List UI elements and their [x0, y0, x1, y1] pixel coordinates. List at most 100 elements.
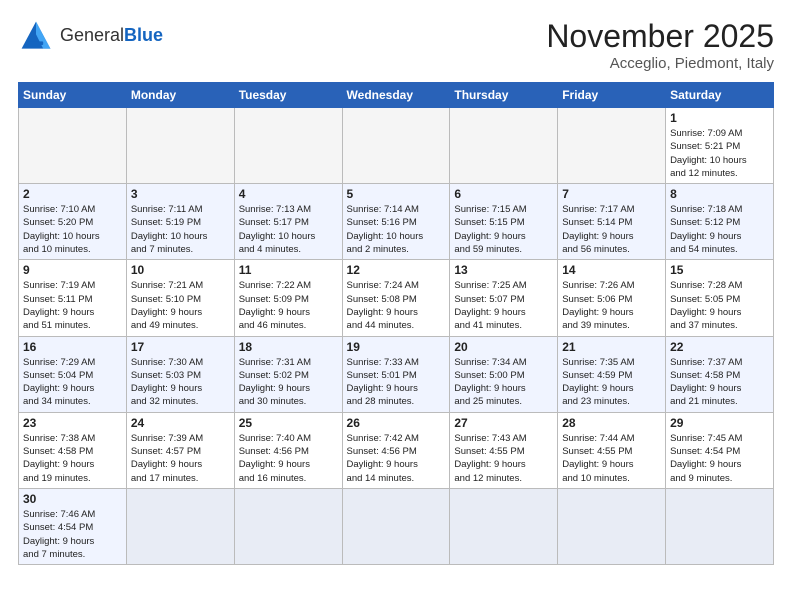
- calendar-cell: 5 Sunrise: 7:14 AM Sunset: 5:16 PM Daylig…: [342, 184, 450, 260]
- weekday-header-wednesday: Wednesday: [342, 83, 450, 108]
- day-info: Sunrise: 7:17 AM Sunset: 5:14 PM Dayligh…: [562, 203, 661, 256]
- calendar-cell: 13 Sunrise: 7:25 AM Sunset: 5:07 PM Dayli…: [450, 260, 558, 336]
- week-row-3: 9Sunrise: 7:19 AM Sunset: 5:11 PM Daylig…: [19, 260, 774, 336]
- day-info: Sunrise: 7:24 AM Sunset: 5:08 PM Dayligh…: [347, 279, 446, 332]
- week-row-4: 16Sunrise: 7:29 AM Sunset: 5:04 PM Dayli…: [19, 336, 774, 412]
- logo-icon: [18, 18, 54, 54]
- calendar-cell: 24Sunrise: 7:39 AM Sunset: 4:57 PM Dayli…: [126, 412, 234, 488]
- day-number: 6: [454, 187, 553, 201]
- day-info: Sunrise: 7:26 AM Sunset: 5:06 PM Dayligh…: [562, 279, 661, 332]
- calendar-cell: 20Sunrise: 7:34 AM Sunset: 5:00 PM Dayli…: [450, 336, 558, 412]
- day-number: 12: [347, 263, 446, 277]
- page: GeneralBlue November 2025 Acceglio, Pied…: [0, 0, 792, 612]
- day-info: Sunrise: 7:14 AM Sunset: 5:16 PM Dayligh…: [347, 203, 446, 256]
- day-info: Sunrise: 7:43 AM Sunset: 4:55 PM Dayligh…: [454, 432, 553, 485]
- day-number: 23: [23, 416, 122, 430]
- calendar-cell: 21Sunrise: 7:35 AM Sunset: 4:59 PM Dayli…: [558, 336, 666, 412]
- day-info: Sunrise: 7:25 AM Sunset: 5:07 PM Dayligh…: [454, 279, 553, 332]
- day-number: 8: [670, 187, 769, 201]
- logo: GeneralBlue: [18, 18, 163, 54]
- day-number: 19: [347, 340, 446, 354]
- calendar-cell: [450, 488, 558, 564]
- calendar-cell: 3 Sunrise: 7:11 AM Sunset: 5:19 PM Daylig…: [126, 184, 234, 260]
- day-info: Sunrise: 7:46 AM Sunset: 4:54 PM Dayligh…: [23, 508, 122, 561]
- day-info: Sunrise: 7:44 AM Sunset: 4:55 PM Dayligh…: [562, 432, 661, 485]
- calendar-cell: [450, 108, 558, 184]
- day-number: 27: [454, 416, 553, 430]
- location: Acceglio, Piedmont, Italy: [546, 55, 774, 72]
- calendar-cell: 23Sunrise: 7:38 AM Sunset: 4:58 PM Dayli…: [19, 412, 127, 488]
- day-info: Sunrise: 7:11 AM Sunset: 5:19 PM Dayligh…: [131, 203, 230, 256]
- header: GeneralBlue November 2025 Acceglio, Pied…: [18, 18, 774, 72]
- day-number: 16: [23, 340, 122, 354]
- day-info: Sunrise: 7:39 AM Sunset: 4:57 PM Dayligh…: [131, 432, 230, 485]
- day-number: 3: [131, 187, 230, 201]
- day-number: 2: [23, 187, 122, 201]
- calendar-cell: 25Sunrise: 7:40 AM Sunset: 4:56 PM Dayli…: [234, 412, 342, 488]
- calendar-cell: 19 Sunrise: 7:33 AM Sunset: 5:01 PM Dayli…: [342, 336, 450, 412]
- day-info: Sunrise: 7:22 AM Sunset: 5:09 PM Dayligh…: [239, 279, 338, 332]
- calendar-cell: 8 Sunrise: 7:18 AM Sunset: 5:12 PM Daylig…: [666, 184, 774, 260]
- calendar-cell: [558, 488, 666, 564]
- weekday-header-tuesday: Tuesday: [234, 83, 342, 108]
- week-row-1: 1 Sunrise: 7:09 AM Sunset: 5:21 PM Daylig…: [19, 108, 774, 184]
- calendar-cell: 7 Sunrise: 7:17 AM Sunset: 5:14 PM Daylig…: [558, 184, 666, 260]
- day-info: Sunrise: 7:28 AM Sunset: 5:05 PM Dayligh…: [670, 279, 769, 332]
- calendar-cell: 16Sunrise: 7:29 AM Sunset: 5:04 PM Dayli…: [19, 336, 127, 412]
- day-number: 18: [239, 340, 338, 354]
- day-info: Sunrise: 7:35 AM Sunset: 4:59 PM Dayligh…: [562, 356, 661, 409]
- day-number: 30: [23, 492, 122, 506]
- week-row-2: 2 Sunrise: 7:10 AM Sunset: 5:20 PM Daylig…: [19, 184, 774, 260]
- day-number: 25: [239, 416, 338, 430]
- calendar-cell: 9Sunrise: 7:19 AM Sunset: 5:11 PM Daylig…: [19, 260, 127, 336]
- calendar-cell: 17Sunrise: 7:30 AM Sunset: 5:03 PM Dayli…: [126, 336, 234, 412]
- weekday-header-sunday: Sunday: [19, 83, 127, 108]
- week-row-5: 23Sunrise: 7:38 AM Sunset: 4:58 PM Dayli…: [19, 412, 774, 488]
- day-number: 14: [562, 263, 661, 277]
- weekday-header-thursday: Thursday: [450, 83, 558, 108]
- calendar-cell: 30 Sunrise: 7:46 AM Sunset: 4:54 PM Dayli…: [19, 488, 127, 564]
- calendar-cell: 4 Sunrise: 7:13 AM Sunset: 5:17 PM Daylig…: [234, 184, 342, 260]
- day-info: Sunrise: 7:15 AM Sunset: 5:15 PM Dayligh…: [454, 203, 553, 256]
- day-info: Sunrise: 7:42 AM Sunset: 4:56 PM Dayligh…: [347, 432, 446, 485]
- week-row-6: 30 Sunrise: 7:46 AM Sunset: 4:54 PM Dayli…: [19, 488, 774, 564]
- day-info: Sunrise: 7:18 AM Sunset: 5:12 PM Dayligh…: [670, 203, 769, 256]
- calendar-cell: 26Sunrise: 7:42 AM Sunset: 4:56 PM Dayli…: [342, 412, 450, 488]
- logo-general: General: [60, 25, 124, 45]
- day-number: 11: [239, 263, 338, 277]
- calendar-cell: 14 Sunrise: 7:26 AM Sunset: 5:06 PM Dayli…: [558, 260, 666, 336]
- calendar-cell: 6 Sunrise: 7:15 AM Sunset: 5:15 PM Daylig…: [450, 184, 558, 260]
- day-info: Sunrise: 7:13 AM Sunset: 5:17 PM Dayligh…: [239, 203, 338, 256]
- calendar-cell: [19, 108, 127, 184]
- calendar-cell: [342, 108, 450, 184]
- calendar-cell: 1 Sunrise: 7:09 AM Sunset: 5:21 PM Daylig…: [666, 108, 774, 184]
- calendar-cell: [126, 488, 234, 564]
- day-number: 7: [562, 187, 661, 201]
- calendar: SundayMondayTuesdayWednesdayThursdayFrid…: [18, 82, 774, 565]
- calendar-cell: 27 Sunrise: 7:43 AM Sunset: 4:55 PM Dayli…: [450, 412, 558, 488]
- day-info: Sunrise: 7:45 AM Sunset: 4:54 PM Dayligh…: [670, 432, 769, 485]
- day-number: 29: [670, 416, 769, 430]
- day-info: Sunrise: 7:37 AM Sunset: 4:58 PM Dayligh…: [670, 356, 769, 409]
- day-info: Sunrise: 7:19 AM Sunset: 5:11 PM Dayligh…: [23, 279, 122, 332]
- calendar-cell: 15Sunrise: 7:28 AM Sunset: 5:05 PM Dayli…: [666, 260, 774, 336]
- day-info: Sunrise: 7:34 AM Sunset: 5:00 PM Dayligh…: [454, 356, 553, 409]
- day-number: 4: [239, 187, 338, 201]
- day-number: 1: [670, 111, 769, 125]
- calendar-cell: 10Sunrise: 7:21 AM Sunset: 5:10 PM Dayli…: [126, 260, 234, 336]
- day-info: Sunrise: 7:33 AM Sunset: 5:01 PM Dayligh…: [347, 356, 446, 409]
- day-number: 13: [454, 263, 553, 277]
- day-number: 5: [347, 187, 446, 201]
- calendar-cell: [666, 488, 774, 564]
- weekday-header-friday: Friday: [558, 83, 666, 108]
- calendar-cell: 2 Sunrise: 7:10 AM Sunset: 5:20 PM Daylig…: [19, 184, 127, 260]
- day-info: Sunrise: 7:31 AM Sunset: 5:02 PM Dayligh…: [239, 356, 338, 409]
- calendar-cell: 11 Sunrise: 7:22 AM Sunset: 5:09 PM Dayli…: [234, 260, 342, 336]
- weekday-header-saturday: Saturday: [666, 83, 774, 108]
- day-info: Sunrise: 7:10 AM Sunset: 5:20 PM Dayligh…: [23, 203, 122, 256]
- calendar-cell: [234, 108, 342, 184]
- month-title: November 2025: [546, 18, 774, 55]
- day-info: Sunrise: 7:09 AM Sunset: 5:21 PM Dayligh…: [670, 127, 769, 180]
- calendar-cell: [342, 488, 450, 564]
- day-number: 28: [562, 416, 661, 430]
